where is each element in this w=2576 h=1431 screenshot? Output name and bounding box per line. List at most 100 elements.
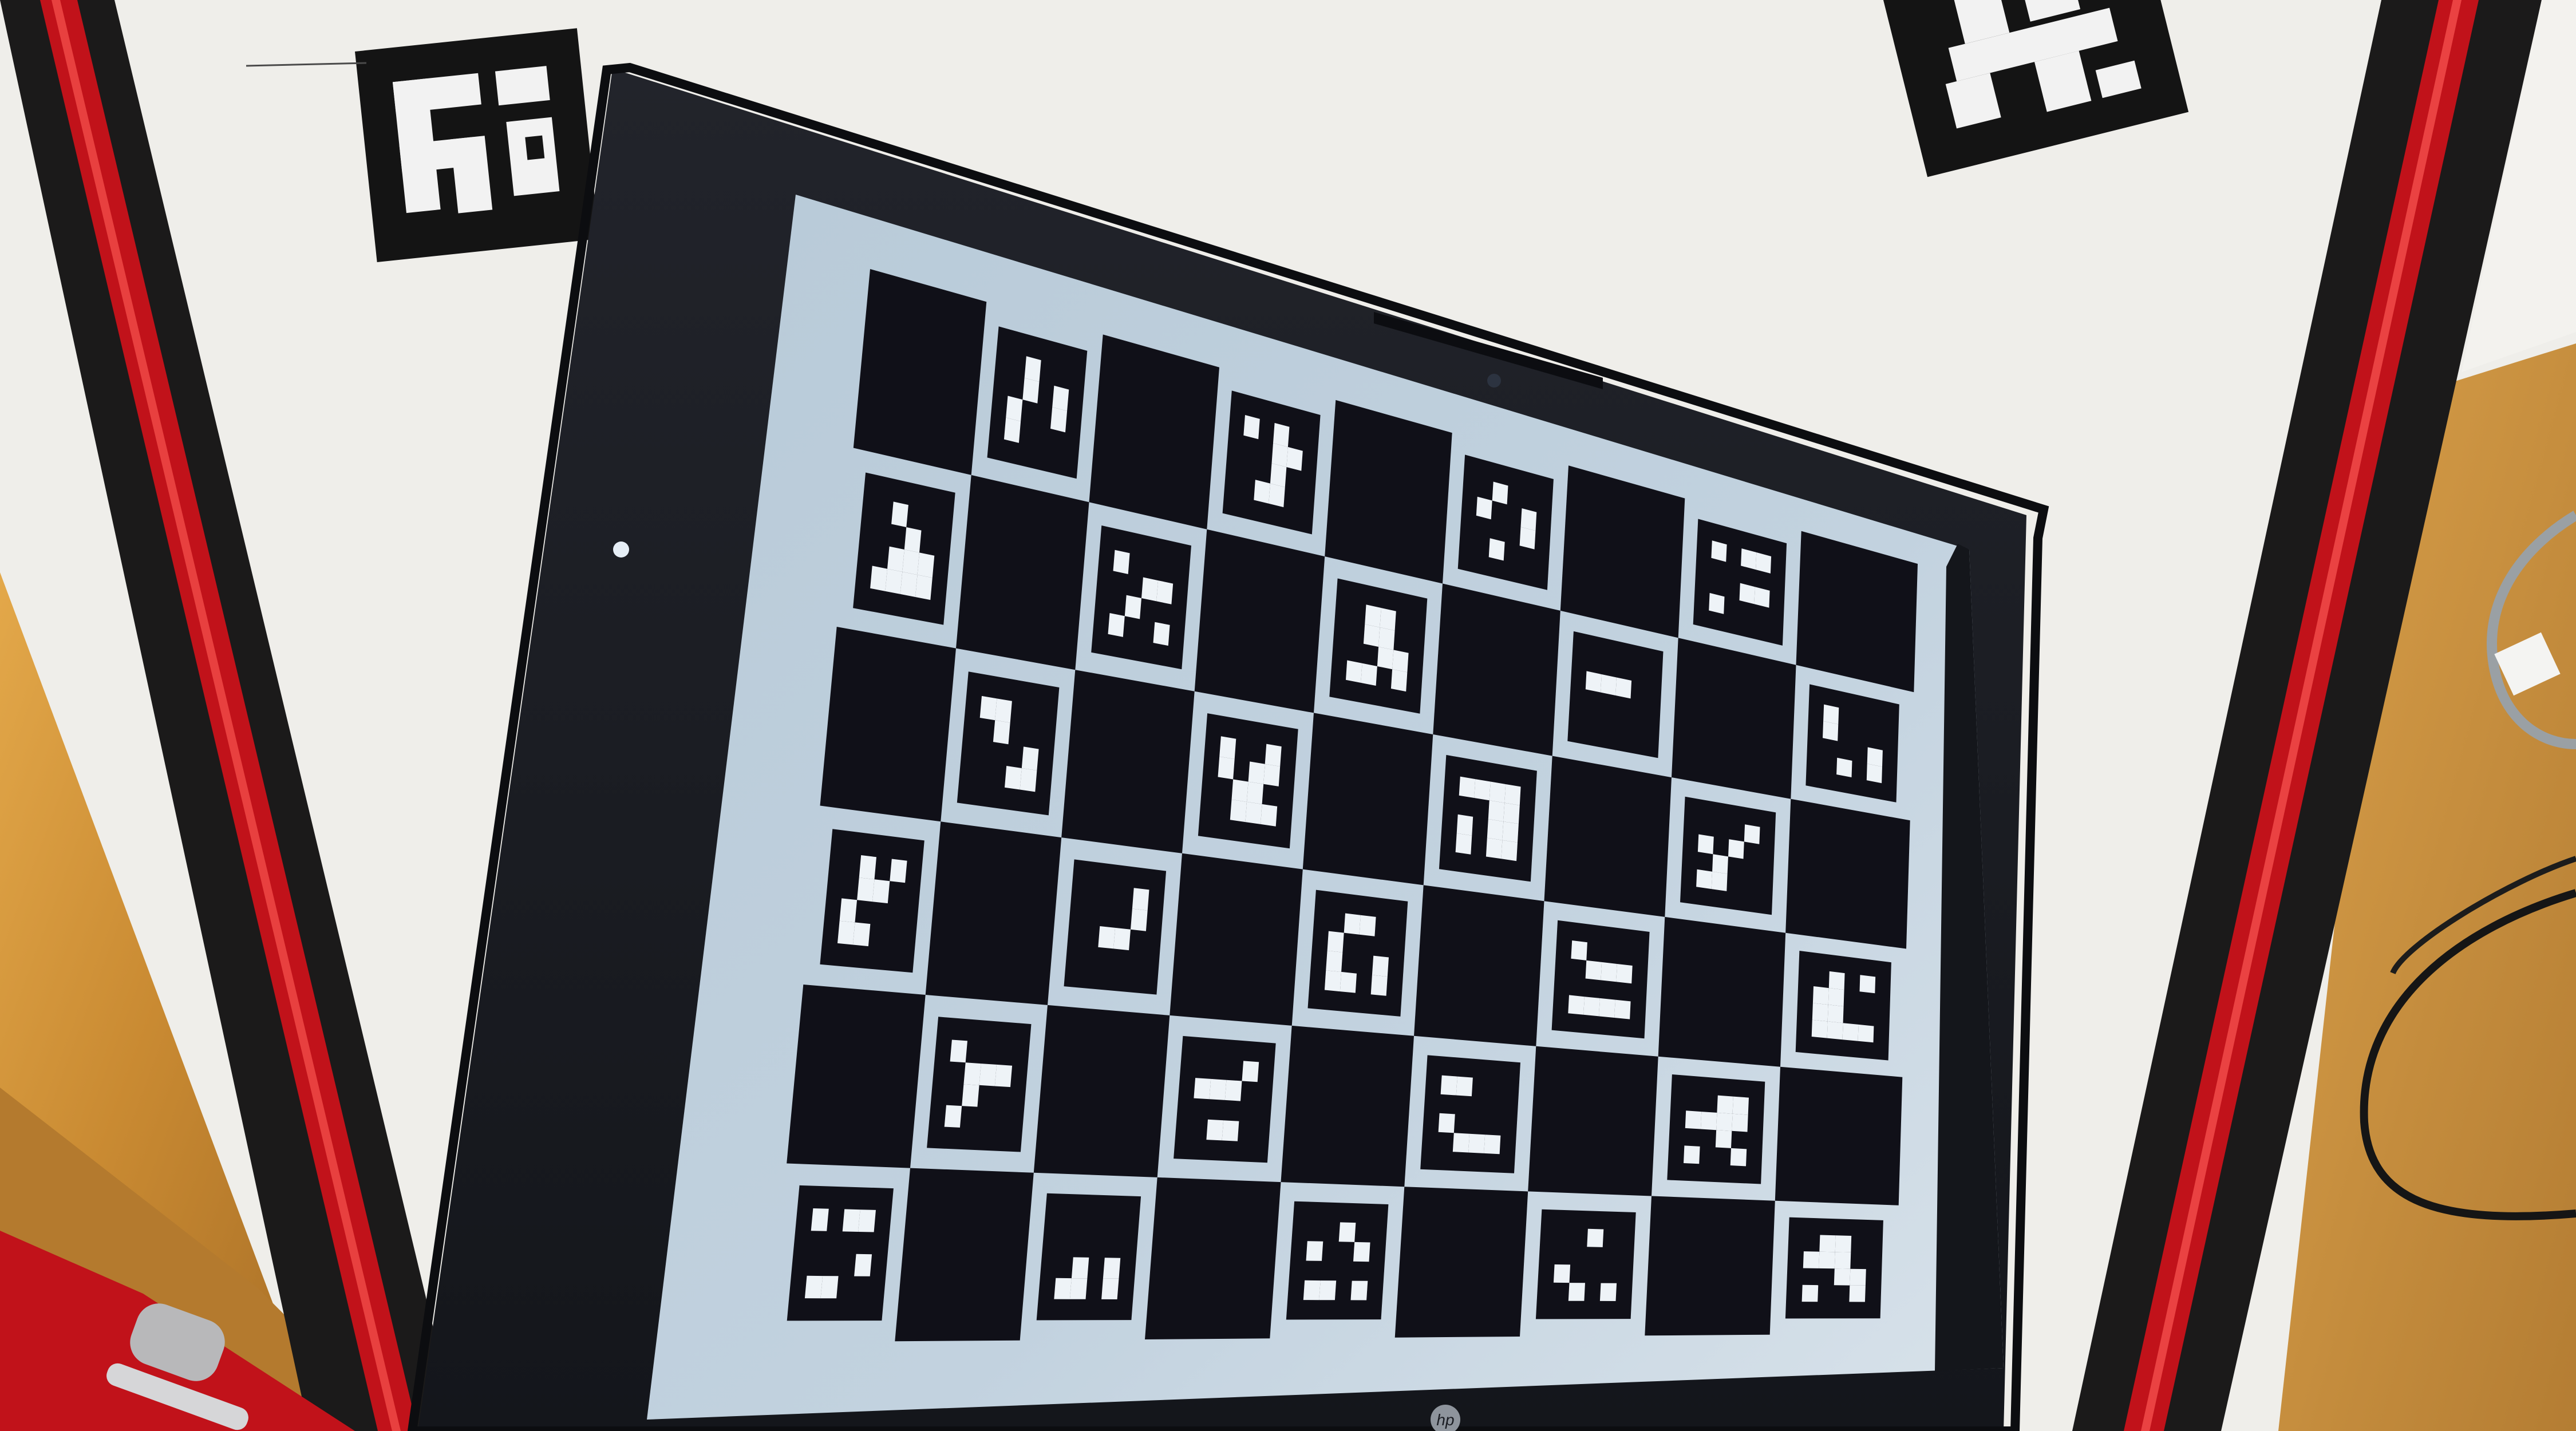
aruco-bit bbox=[1601, 962, 1617, 982]
aruco-bit bbox=[1271, 443, 1288, 467]
aruco-bit bbox=[1263, 764, 1281, 786]
aruco-bit bbox=[1488, 800, 1505, 822]
charuco-square bbox=[1658, 916, 1786, 1067]
charuco-square bbox=[787, 985, 926, 1168]
aruco-bit bbox=[887, 546, 904, 572]
aruco-bit bbox=[1052, 385, 1069, 411]
aruco-bit bbox=[950, 1039, 967, 1063]
aruco-bit bbox=[1455, 833, 1472, 855]
aruco-bit bbox=[1242, 1061, 1259, 1082]
screen-indicator-dot bbox=[613, 541, 629, 558]
aruco-bit bbox=[1823, 721, 1839, 741]
charuco-square bbox=[1645, 1196, 1775, 1336]
aruco-bit bbox=[1438, 1113, 1455, 1133]
charuco-square bbox=[1414, 885, 1544, 1046]
aruco-bit bbox=[1487, 819, 1504, 840]
aruco-marker bbox=[1091, 525, 1191, 670]
charuco-square bbox=[1528, 1046, 1658, 1196]
aruco-bit bbox=[858, 1209, 876, 1232]
aruco-bit bbox=[1245, 801, 1262, 824]
aruco-bit bbox=[900, 572, 918, 597]
aruco-bit bbox=[1071, 1257, 1089, 1279]
aruco-bit bbox=[1819, 1251, 1835, 1269]
aruco-bit bbox=[1866, 764, 1882, 784]
aruco-bit bbox=[1113, 927, 1131, 951]
charuco-square bbox=[1033, 1005, 1170, 1177]
aruco-bit bbox=[1599, 998, 1615, 1018]
aruco-bit bbox=[1286, 446, 1303, 471]
aruco-bit bbox=[1828, 988, 1844, 1007]
aruco-marker bbox=[1036, 1193, 1141, 1321]
aruco-marker bbox=[1198, 713, 1298, 849]
aruco-bit bbox=[1108, 613, 1125, 637]
aruco-bit bbox=[1744, 824, 1760, 844]
aruco-bit bbox=[1265, 744, 1282, 766]
aruco-bit bbox=[994, 1064, 1013, 1088]
aruco-bit bbox=[854, 1254, 872, 1276]
aruco-marker bbox=[853, 472, 955, 625]
aruco-bit bbox=[1616, 964, 1633, 984]
charuco-square bbox=[1170, 853, 1303, 1026]
aruco-bit bbox=[1811, 1019, 1828, 1038]
aruco-bit bbox=[1520, 508, 1537, 531]
aruco-bit bbox=[1867, 747, 1883, 767]
aruco-bit bbox=[872, 879, 890, 904]
photo-scene: hp bbox=[0, 0, 2576, 1431]
aruco-bit bbox=[1599, 1283, 1617, 1301]
charuco-square bbox=[956, 475, 1089, 670]
aruco-bit bbox=[1006, 396, 1023, 421]
aruco-bit bbox=[1697, 834, 1714, 855]
charuco-square bbox=[1325, 400, 1452, 584]
aruco-bit bbox=[1230, 799, 1247, 823]
aruco-marker bbox=[1805, 684, 1899, 803]
charuco-square bbox=[1394, 1187, 1528, 1338]
aruco-marker bbox=[1222, 390, 1321, 535]
aruco-bit bbox=[1730, 1148, 1747, 1167]
webcam-icon bbox=[1487, 374, 1501, 388]
aruco-bit bbox=[1218, 756, 1235, 780]
aruco-bit bbox=[1519, 527, 1536, 550]
aruco-bit bbox=[995, 698, 1012, 723]
aruco-bit bbox=[839, 898, 858, 923]
charuco-square bbox=[1672, 638, 1796, 799]
aruco-bit bbox=[1247, 781, 1264, 804]
aruco-bit bbox=[1340, 971, 1357, 993]
aruco-bit bbox=[1568, 995, 1585, 1015]
charuco-square bbox=[895, 1168, 1034, 1342]
aruco-bit bbox=[1326, 950, 1343, 972]
aruco-bit bbox=[1468, 1133, 1485, 1153]
aruco-bit bbox=[1440, 1075, 1457, 1096]
aruco-bit bbox=[1194, 1078, 1211, 1100]
aruco-bit bbox=[1712, 854, 1728, 874]
charuco-square bbox=[820, 627, 956, 822]
aruco-bit bbox=[1359, 915, 1376, 936]
aruco-bit bbox=[1842, 1023, 1859, 1041]
charuco-square bbox=[1089, 334, 1219, 529]
aruco-marker bbox=[1307, 890, 1408, 1017]
aruco-bit bbox=[1270, 463, 1287, 488]
aruco-bit bbox=[1587, 1228, 1604, 1247]
charuco-square bbox=[1145, 1177, 1281, 1339]
aruco-marker bbox=[787, 1185, 894, 1321]
aruco-bit bbox=[1254, 480, 1270, 504]
aruco-bit bbox=[915, 575, 933, 600]
aruco-bit bbox=[1601, 674, 1617, 695]
aruco-bit bbox=[885, 568, 903, 594]
aruco-bit bbox=[993, 720, 1010, 745]
aruco-bit bbox=[1834, 1268, 1851, 1286]
aruco-bit bbox=[1350, 1280, 1368, 1300]
aruco-bit bbox=[1324, 970, 1342, 992]
aruco-bit bbox=[1113, 550, 1130, 574]
aruco-bit bbox=[1222, 1120, 1239, 1141]
aruco-bit bbox=[1098, 926, 1116, 949]
aruco-bit bbox=[870, 566, 887, 591]
aruco-bit bbox=[1372, 955, 1389, 977]
aruco-bit bbox=[859, 855, 876, 880]
charuco-square bbox=[1785, 798, 1910, 949]
aruco-bit bbox=[1306, 1241, 1323, 1261]
charuco-square bbox=[1281, 1025, 1414, 1187]
aruco-bit bbox=[1819, 1235, 1836, 1252]
aruco-bit bbox=[1319, 1280, 1337, 1300]
aruco-marker bbox=[1286, 1201, 1389, 1320]
aruco-bit bbox=[1827, 1005, 1844, 1023]
